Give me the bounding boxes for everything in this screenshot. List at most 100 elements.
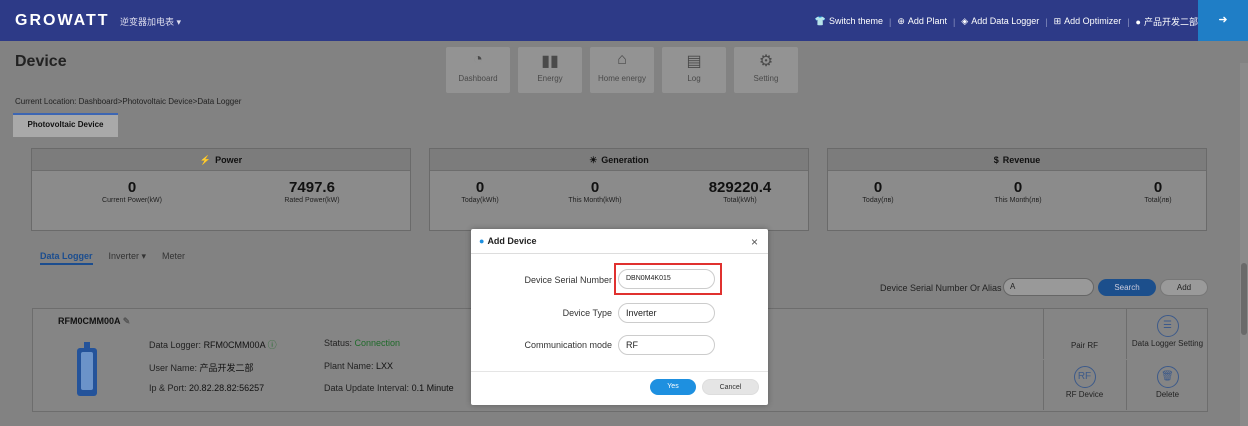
search-button[interactable]: Search [1098, 279, 1156, 296]
communication-mode-label: Communication mode [524, 340, 612, 350]
add-data-logger-link[interactable]: ◈ Add Data Logger [961, 16, 1039, 27]
power-card: ⚡ Power 0 Current Power(kW) 7497.6 Rated Po… [31, 148, 411, 231]
module-home-energy[interactable]: ⌂ Home energy [590, 47, 654, 93]
add-button[interactable]: Add [1160, 279, 1208, 296]
logger-setting-button[interactable]: ☰ Data Logger Setting [1126, 309, 1208, 359]
communication-mode-select[interactable]: RF [618, 335, 715, 355]
card-header: $ Revenue [828, 149, 1206, 171]
info-value: 20.82.28.82:56257 [189, 383, 265, 393]
pair-rf-button[interactable]: Pair RF [1043, 309, 1125, 359]
edit-icon[interactable]: ✎ [123, 316, 131, 326]
switch-theme-link[interactable]: 👕 Switch theme [815, 16, 883, 27]
action-label: Data Logger Setting [1131, 339, 1204, 348]
info-value: 0.1 Minute [411, 383, 454, 393]
device-actions: Pair RF ☰ Data Logger Setting RF RF Device… [1043, 309, 1208, 411]
action-label: Delete [1155, 390, 1180, 399]
module-log[interactable]: ▤ Log [662, 47, 726, 93]
rf-device-button[interactable]: RF RF Device [1043, 360, 1125, 410]
add-optimizer-link[interactable]: ⊞ Add Optimizer [1054, 16, 1122, 27]
stat-value: 0 [127, 179, 137, 196]
bullet-icon: ● [479, 236, 485, 246]
tab-data-logger[interactable]: Data Logger [40, 251, 93, 265]
power-icon: ⚡ [199, 155, 212, 165]
dialog-title: Add Device [487, 236, 537, 246]
today-generation-stat: 0 Today(kWh) [430, 179, 530, 204]
module-label: Home energy [597, 74, 647, 83]
stat-label: Total(лв) [1144, 197, 1172, 204]
home-icon: ⌂ [617, 51, 627, 68]
settings-sliders-icon: ☰ [1156, 315, 1179, 337]
stat-value: 829220.4 [708, 179, 772, 196]
ip-info: Ip & Port: 20.82.28.82:56257 [149, 383, 264, 393]
search-label: Device Serial Number Or Alias [880, 283, 1002, 293]
info-label: Status: [324, 338, 353, 348]
module-nav: ◔ Dashboard ▮▮ Energy ⌂ Home energy ▤ Log ⚙ S… [446, 47, 798, 93]
user-label: 产品开发二部 [1143, 17, 1198, 27]
close-icon[interactable]: × [751, 235, 758, 249]
gear-icon: ⚙ [758, 53, 774, 70]
plant-selector[interactable]: 逆变器加电表 ▾ [120, 15, 181, 28]
page-scrollbar[interactable] [1240, 63, 1248, 426]
user-info: User Name: 产品开发二部 [149, 361, 254, 374]
stat-label: Total(kWh) [723, 197, 757, 204]
stat-value: 0 [873, 179, 883, 196]
info-label: Data Logger: [149, 340, 202, 350]
stat-label: Current Power(kW) [102, 197, 162, 204]
revenue-icon: $ [993, 155, 999, 165]
add-plant-link[interactable]: ⊕ Add Plant [897, 16, 947, 27]
module-energy[interactable]: ▮▮ Energy [518, 47, 582, 93]
module-setting[interactable]: ⚙ Setting [734, 47, 798, 93]
device-subtabs: Data Logger Inverter ▾ Meter [40, 251, 185, 265]
month-generation-stat: 0 This Month(kWh) [545, 179, 645, 204]
card-title: Power [215, 155, 243, 165]
shirt-icon: 👕 [814, 16, 826, 26]
card-header: ☀ Generation [430, 149, 808, 171]
dialog-header: ● Add Device [471, 229, 768, 254]
log-icon: ▤ [686, 53, 702, 70]
gauge-icon: ◔ [473, 51, 483, 68]
data-logger-device-icon [77, 342, 97, 396]
tab-inverter[interactable]: Inverter ▾ [109, 251, 147, 265]
device-name: RFM0CMM00A ✎ [58, 316, 130, 327]
stat-value: 0 [1013, 179, 1023, 196]
info-value: RFM0CMM00A [203, 340, 266, 350]
divider: | [1045, 16, 1048, 27]
tab-meter[interactable]: Meter [162, 251, 185, 265]
card-title: Revenue [1002, 155, 1041, 165]
user-menu[interactable]: ● 产品开发二部 [1136, 15, 1198, 28]
growatt-logo[interactable]: GROWATT [15, 12, 110, 30]
revenue-card: $ Revenue 0 Today(лв) 0 This Month(лв) 0 Tot… [827, 148, 1207, 231]
yes-button[interactable]: Yes [650, 379, 696, 395]
status-info: Status: Connection [324, 338, 400, 348]
info-label: Plant Name: [324, 361, 374, 371]
add-device-dialog: ● Add Device × Device Serial Number DBN0M… [471, 229, 768, 405]
card-title: Generation [601, 155, 649, 165]
serial-number-label: Device Serial Number [524, 275, 612, 285]
plus-circle-icon: ⊕ [897, 16, 905, 26]
total-revenue-stat: 0 Total(лв) [1108, 179, 1208, 204]
stat-label: Today(kWh) [461, 197, 499, 204]
delete-button[interactable]: 🗑 Delete [1126, 360, 1208, 410]
page-title: Device [15, 53, 67, 70]
divider: | [1127, 16, 1130, 27]
tab-photovoltaic-device[interactable]: Photovoltaic Device [13, 113, 118, 137]
stat-label: Rated Power(kW) [284, 197, 340, 204]
today-revenue-stat: 0 Today(лв) [828, 179, 928, 204]
module-label: Dashboard [458, 74, 498, 83]
module-dashboard[interactable]: ◔ Dashboard [446, 47, 510, 93]
action-label: Pair RF [1070, 341, 1099, 350]
info-value: 产品开发二部 [199, 363, 254, 373]
optimizer-icon: ⊞ [1053, 16, 1062, 26]
cancel-button[interactable]: Cancel [702, 379, 759, 395]
module-label: Setting [753, 74, 779, 83]
stat-value: 0 [475, 179, 485, 196]
add-data-logger-label: Add Data Logger [971, 16, 1040, 26]
search-input[interactable]: A [1003, 278, 1094, 296]
month-revenue-stat: 0 This Month(лв) [968, 179, 1068, 204]
scrollbar-thumb[interactable] [1241, 263, 1247, 335]
logout-button[interactable]: ➜ [1198, 0, 1248, 41]
stat-label: Today(лв) [862, 197, 894, 204]
device-type-select[interactable]: Inverter [618, 303, 715, 323]
bar-chart-icon: ▮▮ [541, 53, 559, 70]
breadcrumb: Current Location: Dashboard>Photovoltaic… [15, 97, 242, 106]
